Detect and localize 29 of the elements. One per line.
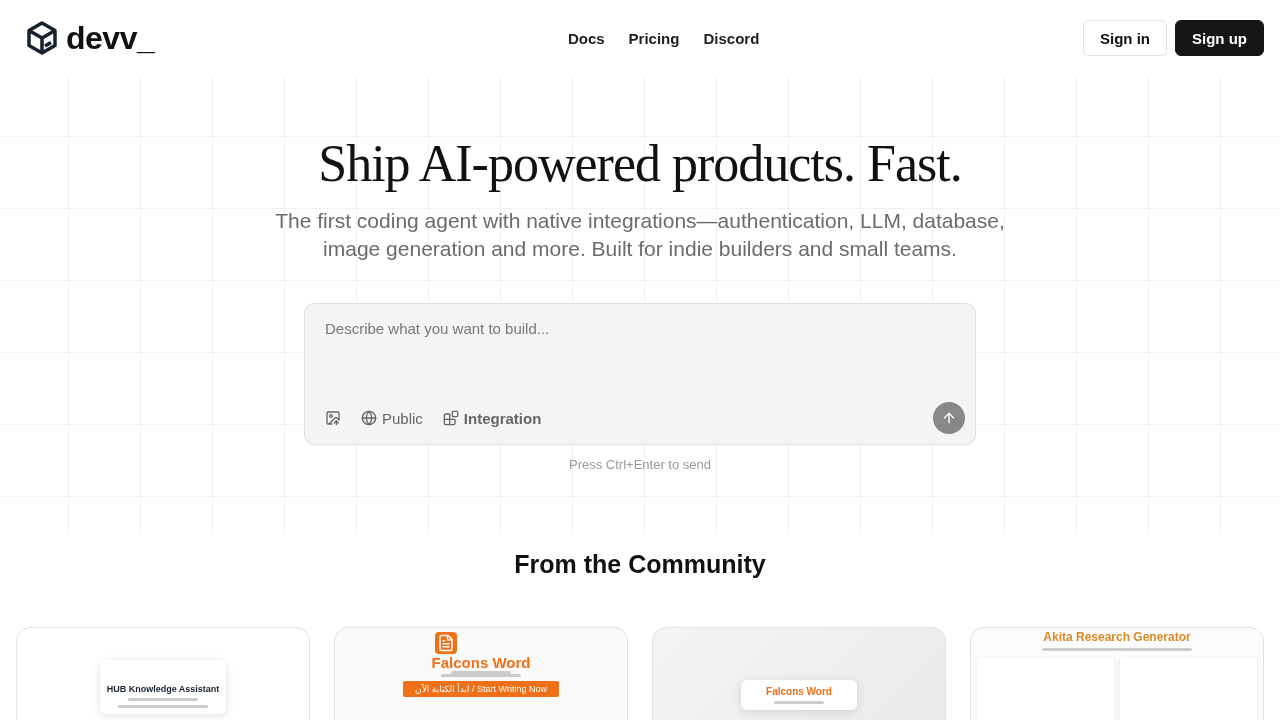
section-title: From the Community	[513, 550, 767, 579]
logo-text: devv_	[66, 19, 155, 57]
arrow-up-icon	[941, 410, 957, 426]
nav-link[interactable]: Docs	[567, 29, 605, 47]
app-title: Falcons Word	[766, 686, 832, 697]
globe-icon	[361, 410, 377, 426]
integration-button[interactable]: Integration	[442, 409, 542, 427]
blocks-icon	[442, 410, 459, 426]
sign-up-button[interactable]: Sign up	[1175, 20, 1264, 56]
app-title: Falcons Word	[431, 654, 531, 671]
document-icon	[435, 632, 457, 654]
cube-logo-icon	[26, 21, 58, 55]
send-button[interactable]	[933, 402, 965, 434]
image-upload-icon	[325, 410, 341, 426]
hero-subtitle: The first coding agent with native integrations—authentication, LLM, database, image generation and more. Built for indie builders and small teams.	[274, 208, 1006, 262]
app-title: Akita Research Generator	[1043, 630, 1191, 644]
prompt-box[interactable]: Describe what you want to build... Public Integration	[304, 303, 976, 445]
app-title: HUB Knowledge Assistant	[106, 684, 220, 694]
send-hint: Press Ctrl+Enter to send	[569, 457, 711, 472]
app-screenshot-card[interactable]: HUB Knowledge Assistant	[16, 627, 310, 720]
prompt-input[interactable]: Describe what you want to build...	[325, 320, 965, 370]
visibility-button[interactable]: Public	[361, 409, 423, 427]
logo[interactable]: devv_	[26, 19, 155, 57]
nav-link[interactable]: Pricing	[628, 29, 680, 47]
nav-link[interactable]: Discord	[703, 29, 760, 47]
sign-in-button[interactable]: Sign in	[1083, 20, 1167, 56]
start-writing-button: ابدأ الكتابة الآن / Start Writing Now	[403, 681, 559, 697]
hero-title: Ship AI-powered products. Fast.	[318, 134, 962, 193]
upload-button[interactable]	[325, 410, 341, 426]
